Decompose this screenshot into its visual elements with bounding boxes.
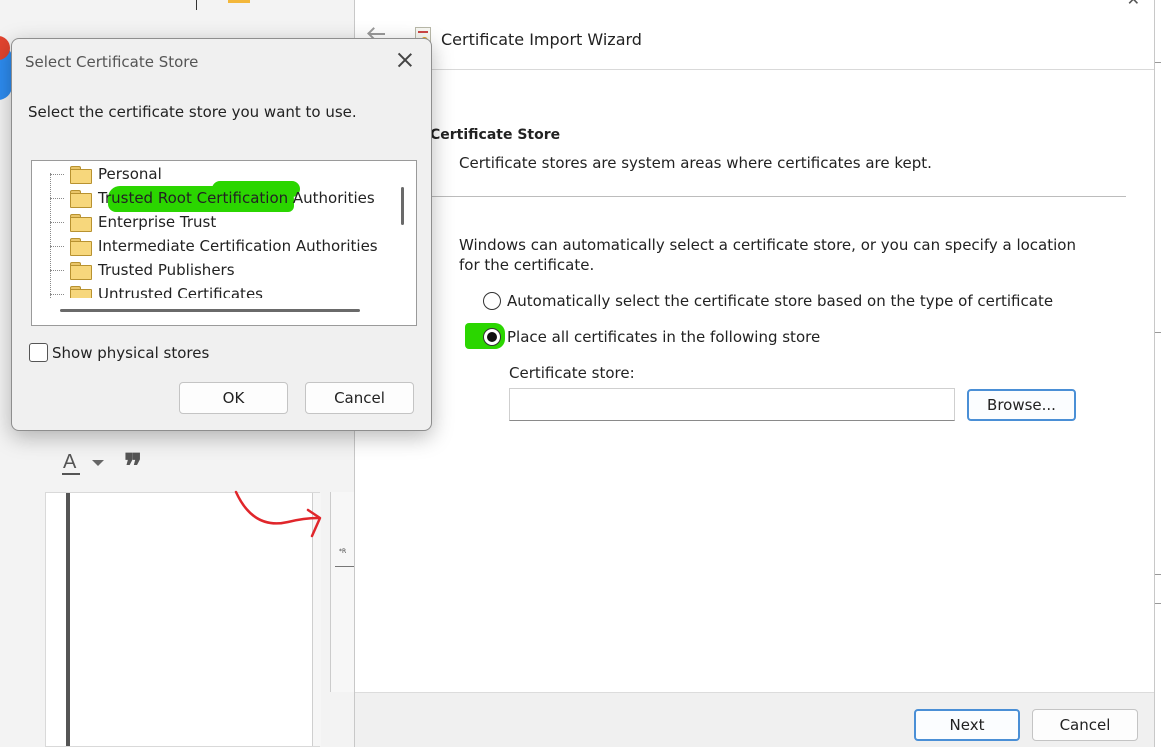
dialog-cancel-button[interactable]: Cancel <box>305 382 414 414</box>
annotation-arrow-icon <box>234 490 322 538</box>
folder-icon <box>70 165 92 184</box>
tree-item-enterprise-trust[interactable]: Enterprise Trust <box>50 211 216 233</box>
dropdown-arrow-icon[interactable] <box>92 460 104 466</box>
background-folder-icon <box>228 0 250 3</box>
next-button[interactable]: Next <box>914 709 1020 741</box>
tree-item-intermediate[interactable]: Intermediate Certification Authorities <box>50 235 378 257</box>
section-divider <box>430 196 1126 197</box>
folder-icon <box>70 261 92 280</box>
edge-line <box>1155 332 1161 333</box>
background-column: *R <box>330 492 355 692</box>
checkbox-box[interactable] <box>29 343 48 362</box>
radio-place-all-button[interactable] <box>483 328 501 346</box>
section-description: Certificate stores are system areas wher… <box>459 154 932 172</box>
tree-item-label: Personal <box>98 165 162 183</box>
checkbox-label: Show physical stores <box>52 343 210 362</box>
tree-item-label: Enterprise Trust <box>98 213 217 231</box>
folder-icon <box>70 189 92 208</box>
font-color-icon[interactable]: A <box>58 449 80 477</box>
radio-auto-select[interactable]: Automatically select the certificate sto… <box>483 292 1053 310</box>
editor-left-rail <box>66 493 70 746</box>
dialog-title: Select Certificate Store <box>25 53 199 71</box>
horizontal-scrollbar[interactable] <box>60 309 360 312</box>
tree-item-personal[interactable]: Personal <box>50 163 162 185</box>
section-title: Certificate Store <box>430 127 561 143</box>
vertical-scrollbar[interactable] <box>401 187 404 225</box>
tree-item-label: Untrusted Certificates <box>98 285 263 298</box>
tree-item-label: Trusted Root Certification Authorities <box>98 189 375 207</box>
browse-button[interactable]: Browse... <box>967 389 1076 421</box>
tree-connector <box>50 293 64 295</box>
radio-place-all-label: Place all certificates in the following … <box>507 328 821 346</box>
close-icon[interactable] <box>396 51 414 69</box>
folder-icon <box>70 237 92 256</box>
background-divider <box>196 0 197 10</box>
wizard-cancel-button[interactable]: Cancel <box>1032 709 1138 741</box>
right-edge-window <box>1155 0 1161 747</box>
tree-item-trusted-publishers[interactable]: Trusted Publishers <box>50 259 235 281</box>
wizard-title: Certificate Import Wizard <box>441 30 642 49</box>
select-certificate-store-dialog: Select Certificate Store Select the cert… <box>11 38 432 431</box>
background-underline <box>335 566 355 567</box>
tree-item-label: Trusted Publishers <box>98 261 235 279</box>
show-physical-stores-checkbox[interactable]: Show physical stores <box>29 343 209 362</box>
edge-line <box>1155 62 1161 63</box>
tree-item-label: Intermediate Certification Authorities <box>98 237 378 255</box>
wizard-header: Certificate Import Wizard <box>355 0 1154 70</box>
certificate-store-label: Certificate store: <box>509 364 635 382</box>
intro-text: Windows can automatically select a certi… <box>459 236 1076 274</box>
background-tiny-text: *R <box>339 548 347 555</box>
folder-icon <box>70 285 92 298</box>
tree-viewport: Personal Trusted Root Certification Auth… <box>32 161 390 298</box>
dialog-prompt: Select the certificate store you want to… <box>28 103 357 121</box>
certificate-store-input[interactable] <box>509 388 955 421</box>
certificate-import-wizard: ✕ Certificate Import Wizard Certificate … <box>354 0 1155 747</box>
tree-connector <box>50 197 64 199</box>
quote-icon[interactable]: ❞ <box>124 451 142 485</box>
tree-connector <box>50 173 64 175</box>
tree-item-trusted-root[interactable]: Trusted Root Certification Authorities <box>50 187 375 209</box>
folder-icon <box>70 213 92 232</box>
radio-auto-select-button[interactable] <box>483 292 501 310</box>
ok-button[interactable]: OK <box>179 382 288 414</box>
radio-auto-select-label: Automatically select the certificate sto… <box>507 292 1054 310</box>
tree-connector <box>50 221 64 223</box>
tree-connector <box>50 269 64 271</box>
tree-connector <box>50 245 64 247</box>
tree-item-untrusted[interactable]: Untrusted Certificates <box>50 283 263 298</box>
edge-line <box>1155 574 1161 604</box>
certificate-store-tree[interactable]: Personal Trusted Root Certification Auth… <box>31 160 417 326</box>
editor-toolbar: A ❞ <box>58 446 142 485</box>
radio-place-all[interactable]: Place all certificates in the following … <box>483 328 820 346</box>
